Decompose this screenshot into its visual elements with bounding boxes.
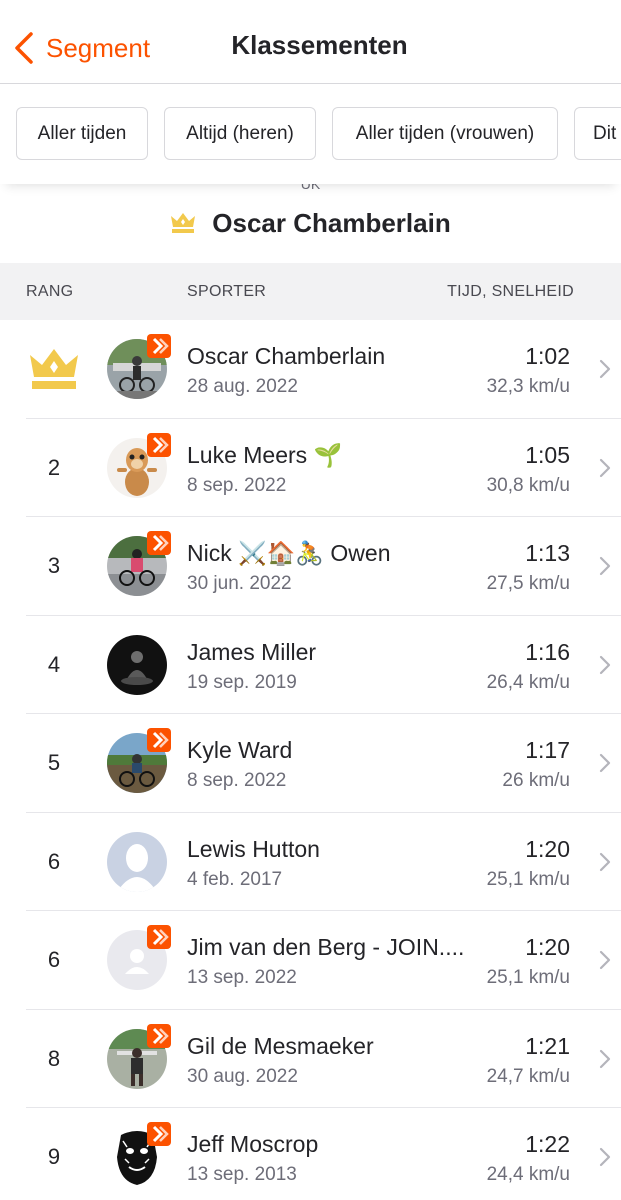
leaderboard-row[interactable]: Oscar Chamberlain 28 aug. 2022 1:02 32,3 km…	[0, 320, 621, 419]
athlete-name[interactable]: Lewis Hutton	[187, 836, 320, 863]
subscriber-badge-icon	[147, 1122, 171, 1146]
effort-date: 30 aug. 2022	[187, 1065, 298, 1087]
column-athlete: SPORTER	[187, 283, 267, 300]
effort-time: 1:13	[525, 540, 570, 566]
kom-holder-name: Oscar Chamberlain	[212, 207, 451, 238]
leaderboard-row[interactable]: 6 Jim van den Berg - JOIN.... 13 sep. 2022…	[0, 911, 621, 1010]
filter-chip-label: Altijd (heren)	[186, 122, 294, 144]
subscriber-badge-icon	[147, 728, 171, 752]
crown-icon	[30, 349, 78, 389]
athlete-name[interactable]: Nick ⚔️🏠🚴 Owen	[187, 540, 391, 567]
chevron-right-icon	[599, 1147, 611, 1167]
effort-time: 1:05	[525, 441, 570, 468]
chevron-right-icon	[599, 852, 611, 871]
effort-date: 8 sep. 2022	[187, 770, 287, 791]
rank-number: 9	[47, 1144, 61, 1169]
effort-date: 4 feb. 2017	[187, 868, 283, 890]
column-header: RANG SPORTER TIJD, SNELHEID	[0, 263, 621, 320]
filter-chip-bar[interactable]: Aller tijden Altijd (heren) Aller tijden…	[0, 84, 621, 184]
avatar[interactable]	[107, 634, 167, 695]
filter-chip-label: Dit	[593, 122, 617, 144]
page-title: Klassementen	[231, 30, 408, 60]
rank-number: 2	[47, 454, 61, 480]
effort-speed: 24,7 km/u	[486, 1065, 570, 1087]
chevron-right-icon	[599, 1049, 611, 1068]
navigation-bar: Segment Klassementen	[0, 0, 621, 84]
filter-chip-this[interactable]: Dit	[574, 107, 621, 160]
filter-chip-all-time-men[interactable]: Altijd (heren)	[164, 107, 316, 160]
athlete-name[interactable]: Oscar Chamberlain	[187, 343, 385, 370]
subscriber-badge-icon	[147, 531, 171, 555]
effort-speed: 24,4 km/u	[486, 1164, 570, 1185]
kom-holder: Oscar Chamberlain	[0, 203, 621, 243]
subscriber-badge-icon	[147, 925, 171, 949]
leaderboard-row[interactable]: 3 Nick ⚔️🏠🚴 Owen 30 jun. 2022 1:13 27,5 km/u	[0, 517, 621, 616]
leaderboard-row[interactable]: 9 Jeff Moscrop 13 sep. 2013 1:22 24,4 km/u	[0, 1108, 621, 1200]
effort-speed: 30,8 km/u	[486, 474, 570, 496]
filter-chip-all-time-women[interactable]: Aller tijden (vrouwen)	[332, 107, 558, 160]
leaderboard-row[interactable]: 2 Luke Meers 🌱 8 sep. 2022 1:05 30,8 km/u	[0, 419, 621, 518]
effort-speed: 26,4 km/u	[486, 671, 570, 693]
leaderboard-row[interactable]: 6 Lewis Hutton 4 feb. 2017 1:20 25,1 km/u	[0, 813, 621, 912]
rank-cell	[26, 320, 82, 418]
default-silhouette-icon	[107, 831, 167, 892]
athlete-name[interactable]: Gil de Mesmaeker	[187, 1033, 374, 1060]
filter-chip-label: Aller tijden (vrouwen)	[355, 122, 535, 144]
effort-date: 28 aug. 2022	[187, 376, 298, 397]
filter-chip-all-time[interactable]: Aller tijden	[16, 107, 148, 160]
effort-date: 30 jun. 2022	[187, 573, 292, 594]
effort-time: 1:22	[525, 1131, 570, 1157]
chevron-right-icon	[599, 359, 611, 379]
leaderboard-row[interactable]: 8 Gil de Mesmaeker 30 aug. 2022 1:21 24,7 km…	[0, 1010, 621, 1109]
effort-speed: 25,1 km/u	[486, 967, 570, 988]
subscriber-badge-icon	[147, 432, 171, 457]
effort-time: 1:16	[525, 638, 570, 665]
rank-number: 6	[47, 848, 61, 874]
leaderboard-list: Oscar Chamberlain 28 aug. 2022 1:02 32,3 km…	[0, 320, 621, 1200]
subscriber-badge-icon	[147, 1023, 171, 1048]
athlete-name[interactable]: James Miller	[187, 639, 316, 666]
rank-number: 3	[47, 553, 61, 578]
filter-chip-label: Aller tijden	[37, 122, 127, 144]
chevron-right-icon	[599, 556, 611, 576]
rank-number: 6	[47, 947, 61, 972]
leaderboard-row[interactable]: 4 James Miller 19 sep. 2019 1:16 26,4 km/u	[0, 616, 621, 715]
subscriber-badge-icon	[147, 334, 171, 358]
effort-date: 13 sep. 2013	[187, 1164, 297, 1185]
crown-icon	[171, 213, 196, 233]
effort-date: 19 sep. 2019	[187, 671, 297, 693]
column-time-speed: TIJD, SNELHEID	[447, 283, 574, 300]
rank-number: 5	[47, 750, 61, 775]
athlete-name[interactable]: Jim van den Berg - JOIN....	[187, 934, 464, 961]
effort-time: 1:17	[525, 737, 570, 763]
rank-number: 4	[47, 651, 61, 677]
rank-number: 8	[47, 1045, 61, 1071]
effort-speed: 32,3 km/u	[486, 376, 570, 397]
avatar[interactable]	[107, 831, 167, 892]
effort-date: 8 sep. 2022	[187, 474, 287, 496]
effort-time: 1:21	[525, 1032, 570, 1059]
effort-time: 1:20	[525, 835, 570, 862]
column-rank: RANG	[26, 283, 74, 300]
chevron-right-icon	[599, 753, 611, 773]
athlete-name[interactable]: Luke Meers 🌱	[187, 442, 342, 469]
effort-speed: 27,5 km/u	[486, 573, 570, 594]
effort-time: 1:02	[525, 343, 570, 369]
chevron-right-icon	[599, 458, 611, 477]
chevron-right-icon	[599, 655, 611, 674]
athlete-name[interactable]: Jeff Moscrop	[187, 1131, 318, 1158]
effort-speed: 25,1 km/u	[486, 868, 570, 890]
leaderboard-row[interactable]: 5 Kyle Ward 8 sep. 2022 1:17 26 km/u	[0, 714, 621, 813]
effort-speed: 26 km/u	[502, 770, 570, 791]
athlete-name[interactable]: Kyle Ward	[187, 737, 292, 764]
effort-time: 1:20	[525, 934, 570, 960]
effort-date: 13 sep. 2022	[187, 967, 297, 988]
photo-meditating-figure-icon	[107, 634, 167, 695]
chevron-right-icon	[599, 950, 611, 970]
